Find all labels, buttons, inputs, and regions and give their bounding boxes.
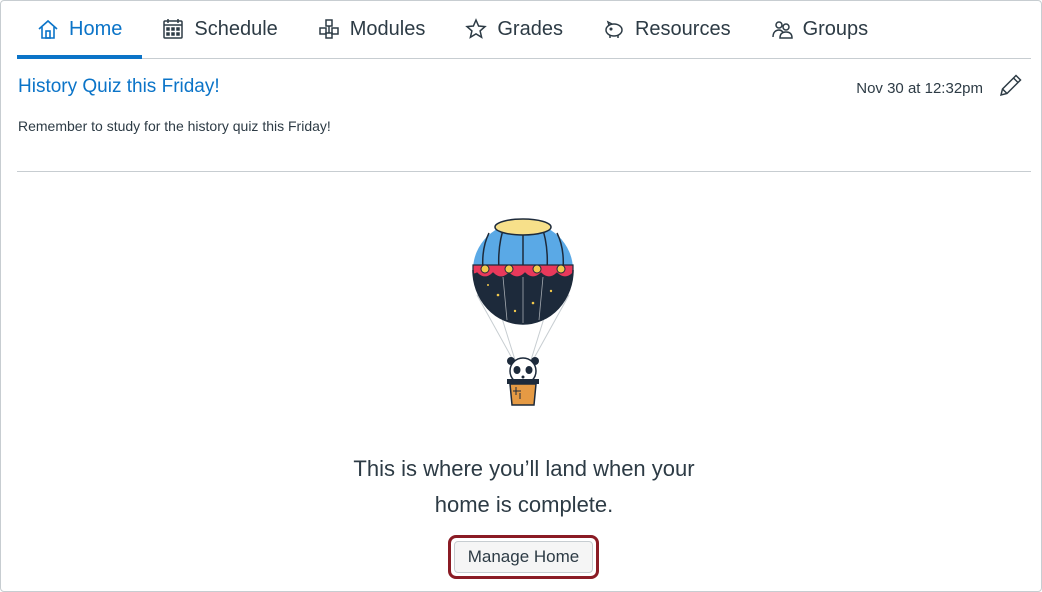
- empty-state-line-2: home is complete.: [434, 492, 614, 517]
- pencil-icon[interactable]: [997, 71, 1025, 99]
- home-icon: [37, 18, 59, 40]
- tab-home[interactable]: Home: [17, 1, 143, 59]
- groups-icon: [771, 18, 793, 40]
- manage-home-highlight: Manage Home: [448, 535, 599, 579]
- piggy-bank-icon: [603, 18, 625, 40]
- tab-groups-label: Groups: [802, 17, 869, 40]
- hot-air-balloon-illustration: [463, 215, 583, 411]
- tab-groups[interactable]: Groups: [751, 1, 889, 58]
- star-icon: [465, 18, 488, 40]
- announcement-date: Nov 30 at 12:32pm: [856, 80, 983, 97]
- announcement-title[interactable]: History Quiz this Friday!: [18, 76, 220, 98]
- tab-home-label: Home: [69, 17, 123, 40]
- home-page: Home Schedule Modules Grades Resources G…: [0, 0, 1042, 592]
- announcement-body: Remember to study for the history quiz t…: [18, 118, 331, 134]
- divider: [17, 171, 1031, 172]
- tab-modules-label: Modules: [349, 17, 426, 40]
- manage-home-button[interactable]: Manage Home: [454, 541, 593, 573]
- tab-grades-label: Grades: [497, 17, 563, 40]
- tab-resources[interactable]: Resources: [583, 1, 751, 58]
- calendar-icon: [162, 18, 184, 40]
- tab-schedule-label: Schedule: [194, 17, 278, 40]
- empty-state-line-1: This is where you’ll land when your: [353, 456, 695, 481]
- tab-schedule[interactable]: Schedule: [142, 1, 297, 58]
- tab-bar: Home Schedule Modules Grades Resources G…: [17, 1, 1031, 59]
- empty-state-message: This is where you’ll land when your home…: [322, 451, 726, 523]
- tab-resources-label: Resources: [634, 17, 731, 40]
- modules-icon: [318, 18, 340, 40]
- tab-grades[interactable]: Grades: [445, 1, 583, 58]
- tab-modules[interactable]: Modules: [298, 1, 446, 58]
